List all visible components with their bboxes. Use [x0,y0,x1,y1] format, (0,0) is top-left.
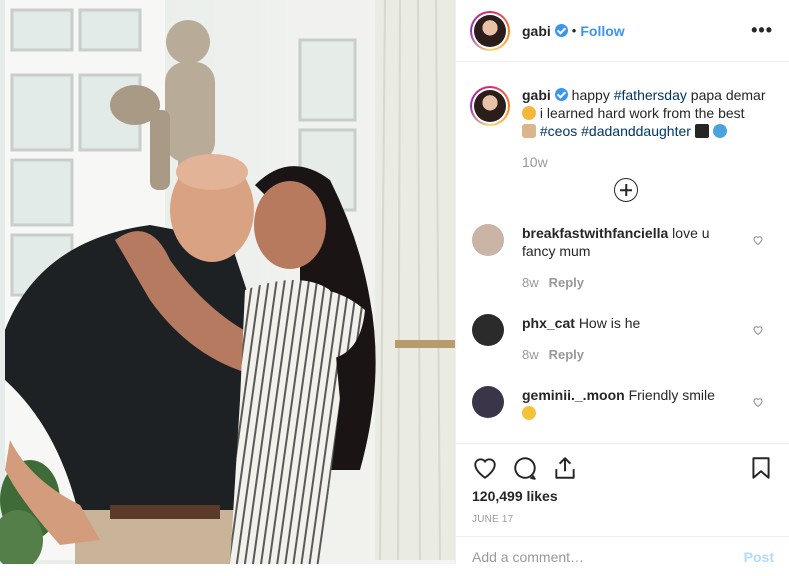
reply-button[interactable]: Reply [549,347,584,362]
like-comment-heart-icon[interactable] [752,234,764,246]
separator-dot: • [571,23,577,38]
author-avatar[interactable] [470,10,510,51]
verified-badge-icon [554,24,568,37]
sunglasses-face-emoji-icon [712,124,727,138]
comment-username[interactable]: geminii._.moon [522,387,625,403]
comment-body: phx_cat How is he 8w Reply [522,314,732,364]
add-comment-row: Post [456,536,789,576]
comment-timestamp[interactable]: 8w [522,275,539,290]
comments-list[interactable]: gabi happy #fathersday papa demar i lear… [456,62,789,442]
like-heart-icon[interactable] [472,455,498,481]
avatar-inner [472,88,508,124]
comment-body: breakfastwithfanciella love u fancy mum … [522,224,732,292]
hashtag-dadanddaughter[interactable]: #dadanddaughter [581,123,691,139]
smiling-face-emoji-icon [522,406,536,420]
caption-username[interactable]: gabi [522,87,551,103]
comment-item: phx_cat How is he 8w Reply [470,314,774,364]
post-comment-button[interactable]: Post [744,549,774,565]
comment-avatar[interactable] [472,224,504,256]
caption-text-1: happy [571,87,610,103]
caption-avatar[interactable] [470,86,510,126]
instagram-post: gabi • Follow ••• gabi happy #fathersday… [0,0,789,565]
kissing-face-emoji-icon [522,106,536,120]
photo-illustration [0,0,455,564]
post-caption: gabi happy #fathersday papa demar i lear… [470,62,774,140]
verified-badge-icon [554,88,568,101]
comment-body: geminii._.moon Friendly smile [522,386,732,422]
post-photo[interactable] [0,0,455,564]
follow-button[interactable]: Follow [580,23,624,39]
comment-username[interactable]: phx_cat [522,315,575,331]
caption-text-2: papa demar [690,87,766,103]
reply-button[interactable]: Reply [549,275,584,290]
comment-username[interactable]: breakfastwithfanciella [522,225,668,241]
add-comment-input[interactable] [472,549,744,565]
comment-item: geminii._.moon Friendly smile [470,386,774,422]
comment-meta: 8w Reply [522,346,732,364]
comment-item: breakfastwithfanciella love u fancy mum … [470,224,774,292]
plus-circle-icon[interactable] [614,178,638,202]
load-more-comments[interactable] [478,178,774,202]
like-comment-heart-icon[interactable] [752,324,764,336]
caption-text-3: i learned hard work from the best [539,105,745,121]
post-actions: 120,499 likes JUNE 17 [456,443,789,525]
like-comment-heart-icon[interactable] [752,396,764,408]
post-header: gabi • Follow ••• [456,0,789,62]
comment-meta: 8w Reply [522,274,732,292]
avatar-image [474,90,506,122]
caption-timestamp[interactable]: 10w [522,154,774,170]
comment-avatar[interactable] [472,314,504,346]
comment-avatar[interactable] [472,386,504,418]
hashtag-ceos[interactable]: #ceos [540,123,577,139]
hashtag-fathersday[interactable]: #fathersday [614,87,687,103]
comment-bubble-icon[interactable] [512,455,538,481]
avatar-image [474,14,506,47]
share-upload-icon[interactable] [552,455,578,481]
comment-timestamp[interactable]: 8w [522,347,539,362]
caption-text: gabi happy #fathersday papa demar i lear… [522,86,766,140]
author-username[interactable]: gabi [522,23,551,39]
action-icons [472,444,774,492]
bookmark-save-icon[interactable] [748,455,774,481]
post-sidebar: gabi • Follow ••• gabi happy #fathersday… [455,0,789,565]
black-heart-emoji-icon [694,124,709,138]
clinking-glasses-emoji-icon [522,124,536,138]
likes-count[interactable]: 120,499 likes [472,488,774,504]
post-date[interactable]: JUNE 17 [472,514,774,525]
more-options-icon[interactable]: ••• [751,20,773,41]
avatar-inner [472,12,508,49]
comment-text: Friendly smile [628,387,715,403]
comment-text: How is he [578,315,641,331]
